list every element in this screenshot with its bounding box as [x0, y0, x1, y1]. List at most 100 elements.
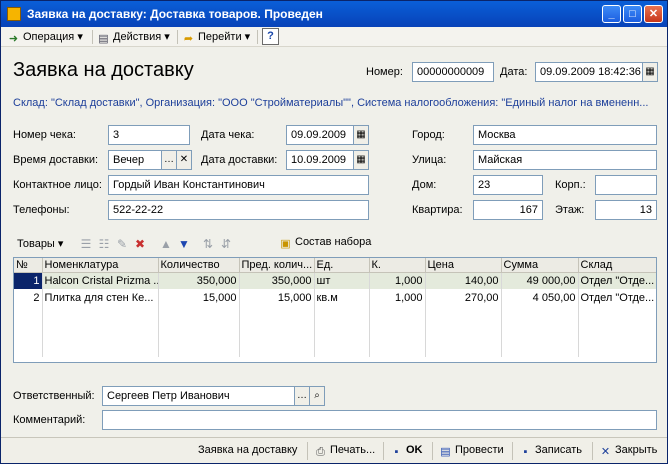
print-button[interactable]: ⎙ Печать...	[310, 441, 379, 461]
phones-field[interactable]: 522-22-22	[108, 200, 369, 220]
table-cell[interactable]: 1	[14, 272, 43, 289]
help-button[interactable]: ?	[262, 28, 279, 45]
move-up-icon[interactable]: ▲	[159, 237, 173, 251]
comment-field[interactable]	[102, 410, 657, 430]
delivery-time-field[interactable]: Вечер	[108, 150, 162, 170]
city-field[interactable]: Москва	[473, 125, 657, 145]
actions-menu[interactable]: ▤ Действия ▾	[97, 30, 169, 45]
table-cell[interactable]: 270,00	[425, 289, 502, 306]
ok-button[interactable]: ▪ OK	[386, 441, 427, 461]
calendar-icon[interactable]: ▦	[353, 125, 369, 145]
house-field[interactable]: 23	[473, 175, 543, 195]
delete-row-icon[interactable]: ✖	[133, 237, 147, 251]
calendar-icon[interactable]: ▦	[353, 150, 369, 170]
chevron-down-icon: ▾	[241, 31, 251, 43]
ok-label: OK	[406, 444, 423, 456]
bar-separator	[432, 442, 433, 460]
save-disk-icon: ▪	[394, 446, 399, 458]
column-header[interactable]: Склад	[578, 258, 656, 273]
column-header[interactable]: К.	[369, 258, 426, 273]
copy-row-icon[interactable]: ☷	[97, 237, 111, 251]
table-cell[interactable]: Отдел "Отде...	[578, 272, 656, 289]
calendar-icon[interactable]: ▦	[642, 62, 658, 82]
printer-icon: ⎙	[316, 446, 325, 458]
table-cell[interactable]: 350,000	[158, 272, 240, 289]
table-cell[interactable]: 49 000,00	[501, 272, 579, 289]
number-label: Номер:	[366, 66, 403, 78]
post-button[interactable]: ▤ Провести	[435, 441, 508, 461]
close-window-button[interactable]: ✕	[644, 5, 663, 23]
table-cell[interactable]: 2	[14, 289, 43, 306]
goto-menu[interactable]: ➦ Перейти ▾	[182, 30, 250, 45]
contact-field[interactable]: Гордый Иван Константинович	[108, 175, 369, 195]
column-header[interactable]: Номенклатура	[42, 258, 159, 273]
table-cell[interactable]: Отдел "Отде...	[578, 289, 656, 306]
bar-separator	[512, 442, 513, 460]
actions-menu-label: Действия	[113, 31, 162, 43]
table-cell[interactable]: 1,000	[369, 272, 426, 289]
table-cell[interactable]: 15,000	[158, 289, 240, 306]
table-row[interactable]: 2 Плитка для стен Ке... 15,000 15,000 кв…	[14, 289, 656, 306]
table-cell[interactable]: 140,00	[425, 272, 502, 289]
street-field[interactable]: Майская	[473, 150, 657, 170]
delivery-date-field[interactable]: 10.09.2009	[286, 150, 354, 170]
check-number-field[interactable]: 3	[108, 125, 190, 145]
table-cell[interactable]: 350,000	[239, 272, 315, 289]
search-icon[interactable]: ⌕	[309, 386, 325, 406]
print-label: Печать...	[330, 444, 376, 456]
info-line[interactable]: Склад: "Склад доставки", Организация: "О…	[13, 97, 657, 109]
delivery-time-label: Время доставки:	[13, 154, 99, 166]
table-header-row: № Номенклатура Количество Пред. колич...…	[14, 258, 656, 273]
sort-asc-icon[interactable]: ⇅	[201, 237, 215, 251]
table-row[interactable]: 1 Halcon Cristal Prizma ... 350,000 350,…	[14, 272, 656, 289]
column-header[interactable]: Цена	[425, 258, 502, 273]
column-header[interactable]: №	[14, 258, 43, 273]
delivery-request-button[interactable]: Заявка на доставку	[194, 441, 301, 461]
close-button[interactable]: ✕ Закрыть	[595, 441, 661, 461]
move-down-icon[interactable]: ▼	[177, 237, 191, 251]
table-cell[interactable]: 1,000	[369, 289, 426, 306]
form-title: Заявка на доставку	[13, 59, 194, 81]
select-ellipsis-button[interactable]: …	[294, 386, 310, 406]
check-date-field[interactable]: 09.09.2009	[286, 125, 354, 145]
table-cell[interactable]: кв.м	[314, 289, 370, 306]
table-cell[interactable]: шт	[314, 272, 370, 289]
comment-label: Комментарий:	[13, 414, 86, 426]
column-header[interactable]: Ед.	[314, 258, 370, 273]
table-cell[interactable]: 4 050,00	[501, 289, 579, 306]
floor-field[interactable]: 13	[595, 200, 657, 220]
select-ellipsis-button[interactable]: …	[161, 150, 177, 170]
check-number-label: Номер чека:	[13, 129, 76, 141]
table-cell[interactable]: 15,000	[239, 289, 315, 306]
close-label: Закрыть	[615, 444, 658, 456]
app-icon	[7, 7, 21, 21]
kit-icon: ▣	[280, 238, 291, 250]
table-cell[interactable]: Halcon Cristal Prizma ...	[42, 272, 159, 289]
date-field[interactable]: 09.09.2009 18:42:36	[535, 62, 643, 82]
kit-contents-button[interactable]: ▣ Состав набора	[279, 236, 371, 251]
column-header[interactable]: Количество	[158, 258, 240, 273]
column-header[interactable]: Сумма	[501, 258, 579, 273]
maximize-button[interactable]: □	[623, 5, 642, 23]
city-label: Город:	[412, 129, 445, 141]
clear-icon[interactable]: ✕	[176, 150, 192, 170]
save-button[interactable]: ▪ Записать	[515, 441, 586, 461]
menu-separator	[92, 30, 93, 44]
apartment-field[interactable]: 167	[473, 200, 543, 220]
post-document-icon: ▤	[440, 446, 451, 458]
goods-menu[interactable]: Товары ▾	[17, 237, 63, 252]
responsible-field[interactable]: Сергеев Петр Иванович	[102, 386, 295, 406]
table-row-empty	[14, 323, 656, 340]
number-field[interactable]: 00000000009	[412, 62, 494, 82]
goods-table[interactable]: № Номенклатура Количество Пред. колич...…	[13, 257, 657, 363]
column-header[interactable]: Пред. колич...	[239, 258, 315, 273]
minimize-button[interactable]: _	[602, 5, 621, 23]
sort-desc-icon[interactable]: ⇵	[219, 237, 233, 251]
add-row-icon[interactable]: ☰	[79, 237, 93, 251]
building-field[interactable]	[595, 175, 657, 195]
operation-menu[interactable]: ➜ Операция ▾	[7, 30, 83, 45]
edit-row-icon[interactable]: ✎	[115, 237, 129, 251]
check-date-label: Дата чека:	[201, 129, 255, 141]
table-cell[interactable]: Плитка для стен Ке...	[42, 289, 159, 306]
title-bar[interactable]: Заявка на доставку: Доставка товаров. Пр…	[1, 1, 667, 27]
